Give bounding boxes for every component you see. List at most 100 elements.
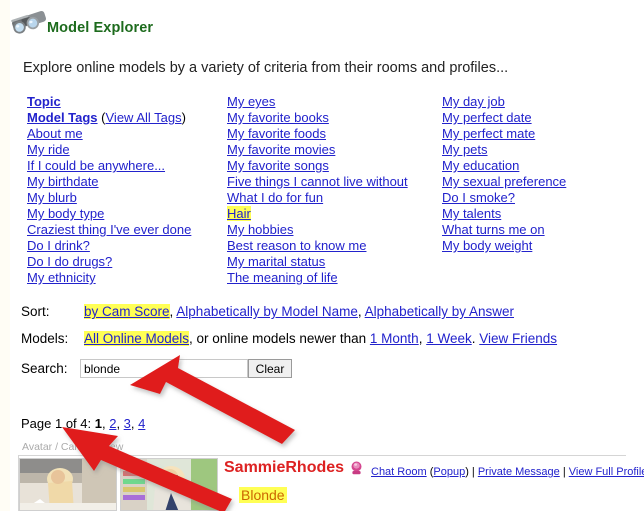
topic-link[interactable]: My perfect date — [442, 110, 532, 125]
pagination: Page 1 of 4: 1, 2, 3, 4 — [21, 416, 145, 431]
topic-link[interactable]: My birthdate — [27, 174, 99, 189]
model-explorer-page: Model Explorer Explore online models by … — [0, 0, 644, 511]
pagination-page-link[interactable]: 3 — [124, 416, 131, 431]
models-middle-text: , or online models newer than — [189, 331, 370, 346]
topic-link[interactable]: Five things I cannot live without — [227, 174, 408, 189]
pagination-text: Page 1 of 4: — [21, 416, 95, 431]
model-name[interactable]: SammieRhodes — [224, 459, 344, 477]
topic-link[interactable]: My favorite songs — [227, 158, 329, 173]
topic-row: What turns me on — [442, 222, 642, 238]
topic-link[interactable]: What I do for fun — [227, 190, 323, 205]
topic-column-2: My eyes My favorite books My favorite food… — [227, 94, 437, 286]
pagination-current-page: 1 — [94, 416, 102, 431]
topic-row: Do I drink? — [27, 238, 222, 254]
paren-open: ( — [97, 110, 106, 125]
topic-link[interactable]: My perfect mate — [442, 126, 535, 141]
topic-row: Five things I cannot live without — [227, 174, 437, 190]
view-friends-link[interactable]: View Friends — [479, 331, 557, 346]
topic-link[interactable]: My blurb — [27, 190, 77, 205]
topic-link[interactable]: My favorite movies — [227, 142, 335, 157]
topic-row: Craziest thing I've ever done — [27, 222, 222, 238]
sort-option-link[interactable]: Alphabetically by Answer — [365, 304, 514, 319]
topic-row: The meaning of life — [227, 270, 437, 286]
model-action-link[interactable]: View Full Profile — [569, 466, 644, 478]
topic-link[interactable]: My body weight — [442, 238, 532, 253]
topic-link[interactable]: Best reason to know me — [227, 238, 366, 253]
model-action-link[interactable]: Private Message — [478, 466, 560, 478]
topic-link[interactable]: My ethnicity — [27, 270, 96, 285]
sort-option-link[interactable]: Alphabetically by Model Name — [176, 304, 358, 319]
search-label: Search: — [21, 361, 68, 376]
topic-row: My body type — [27, 206, 222, 222]
model-action-link[interactable]: Chat Room — [371, 466, 427, 478]
topic-link[interactable]: My eyes — [227, 94, 275, 109]
topic-link[interactable]: My hobbies — [227, 222, 293, 237]
topic-row: About me — [27, 126, 222, 142]
topic-link[interactable]: My body type — [27, 206, 104, 221]
sort-label: Sort: — [21, 304, 50, 319]
topic-link[interactable]: About me — [27, 126, 83, 141]
topic-row: My talents — [442, 206, 642, 222]
topic-row: My blurb — [27, 190, 222, 206]
model-link-separator: ) | — [465, 466, 478, 478]
page-header: Model Explorer — [0, 0, 644, 44]
paren-close: ) — [181, 110, 186, 125]
topic-link[interactable]: My day job — [442, 94, 505, 109]
topic-link[interactable]: My marital status — [227, 254, 325, 269]
topic-link[interactable]: What turns me on — [442, 222, 545, 237]
topic-link[interactable]: Model Tags — [27, 110, 98, 125]
models-newer-1-week-link[interactable]: 1 Week — [426, 331, 472, 346]
pagination-separator: , — [116, 416, 124, 431]
models-label: Models: — [21, 331, 69, 346]
models-newer-1-month-link[interactable]: 1 Month — [370, 331, 419, 346]
cam-preview-thumbnail[interactable] — [120, 458, 218, 511]
topic-row: My ethnicity — [27, 270, 222, 286]
page-title: Model Explorer — [47, 20, 154, 36]
topic-link[interactable]: My favorite books — [227, 110, 329, 125]
topic-link[interactable]: Do I drink? — [27, 238, 90, 253]
sort-options: by Cam Score, Alphabetically by Model Na… — [84, 304, 514, 319]
topic-row: If I could be anywhere... — [27, 158, 222, 174]
topic-link[interactable]: My ride — [27, 142, 70, 157]
topic-row: Hair — [227, 206, 437, 222]
search-input[interactable] — [80, 359, 248, 378]
topic-column-1: Topic Model Tags (View All Tags) About me M… — [27, 94, 222, 286]
sort-option-link[interactable]: by Cam Score — [84, 304, 170, 319]
topic-column-3: My day job My perfect date My perfect mate… — [442, 94, 642, 254]
models-options: All Online Models, or online models newe… — [84, 331, 557, 346]
topic-row: My hobbies — [227, 222, 437, 238]
topic-row: My marital status — [227, 254, 437, 270]
topic-row: Topic — [27, 94, 222, 110]
topic-link[interactable]: My pets — [442, 142, 488, 157]
female-symbol-icon — [351, 461, 362, 475]
avatar-thumbnail[interactable] — [19, 458, 117, 511]
topic-row: My favorite foods — [227, 126, 437, 142]
intro-text: Explore online models by a variety of cr… — [23, 60, 509, 76]
sort-separator: , — [357, 304, 365, 319]
topic-row: My favorite books — [227, 110, 437, 126]
topic-row: What I do for fun — [227, 190, 437, 206]
topic-row: My ride — [27, 142, 222, 158]
clear-button[interactable]: Clear — [248, 359, 292, 378]
topic-row: Do I smoke? — [442, 190, 642, 206]
view-all-tags-link[interactable]: View All Tags — [106, 110, 182, 125]
topic-link[interactable]: If I could be anywhere... — [27, 158, 165, 173]
topic-row: My perfect date — [442, 110, 642, 126]
topic-link[interactable]: Do I do drugs? — [27, 254, 112, 269]
topic-link[interactable]: Craziest thing I've ever done — [27, 222, 191, 237]
model-action-link[interactable]: Popup — [433, 466, 465, 478]
topic-link[interactable]: Topic — [27, 94, 61, 109]
topic-row: My favorite songs — [227, 158, 437, 174]
topic-row: My eyes — [227, 94, 437, 110]
topic-link[interactable]: My sexual preference — [442, 174, 566, 189]
topic-link[interactable]: My education — [442, 158, 519, 173]
topic-link[interactable]: Hair — [227, 206, 251, 221]
pagination-page-link[interactable]: 4 — [138, 416, 145, 431]
model-action-links: Chat Room (Popup) | Private Message | Vi… — [371, 466, 644, 478]
topic-link[interactable]: My talents — [442, 206, 501, 221]
topic-link[interactable]: My favorite foods — [227, 126, 326, 141]
topic-row: My favorite movies — [227, 142, 437, 158]
topic-link[interactable]: Do I smoke? — [442, 190, 515, 205]
topic-link[interactable]: The meaning of life — [227, 270, 338, 285]
models-all-online-link[interactable]: All Online Models — [84, 331, 190, 346]
